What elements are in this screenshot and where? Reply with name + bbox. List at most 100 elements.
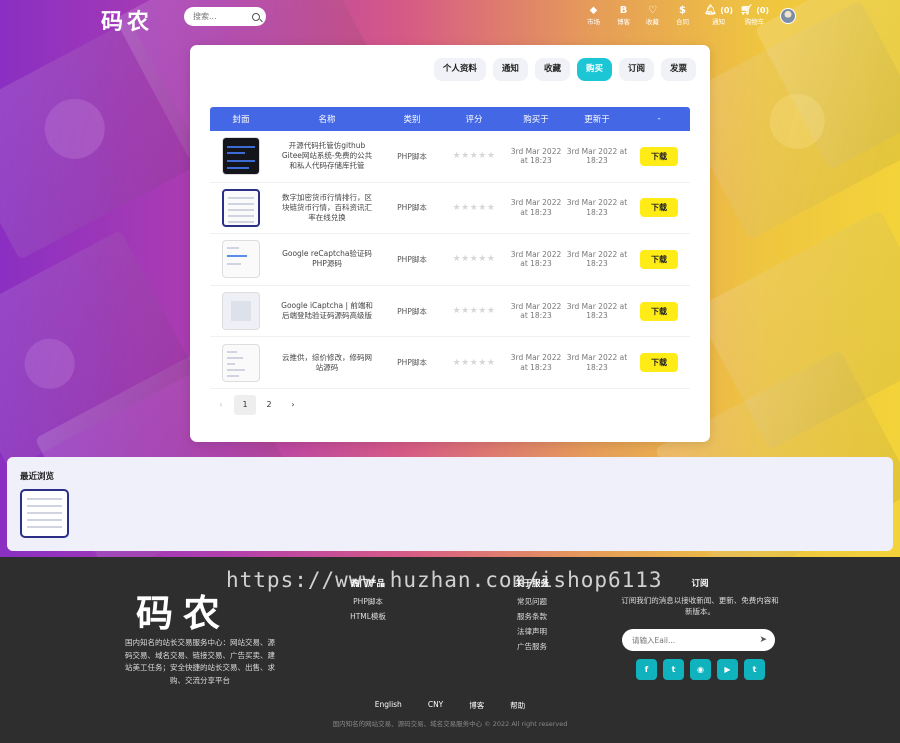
download-button[interactable]: 下载 [640, 353, 678, 373]
product-cover[interactable] [222, 137, 260, 176]
notification-count: (0) [720, 6, 734, 15]
site-logo[interactable]: 码农 [101, 4, 153, 36]
product-cover[interactable] [222, 292, 260, 331]
help-link[interactable]: 帮助 [510, 700, 525, 711]
product-name[interactable]: Google reCaptcha验证码PHP源码 [272, 249, 382, 269]
product-cover[interactable] [222, 343, 260, 382]
copyright: 国内知名的网站交易、源码交易、域名交易服务中心 © 2022 All right… [332, 720, 568, 728]
tag-icon: ⬥ [590, 5, 597, 16]
rating-stars: ★★★★★ [452, 254, 496, 265]
product-category: PHP脚本 [397, 203, 427, 213]
prev-page-button[interactable]: ‹ [210, 395, 232, 415]
footer-link-faq[interactable]: 常见问题 [502, 594, 562, 609]
recently-viewed-title: 最近浏览 [20, 472, 55, 482]
cart-count: (0) [756, 6, 770, 15]
page-2-button[interactable]: 2 [258, 395, 280, 415]
product-category: PHP脚本 [397, 254, 427, 264]
rating-stars: ★★★★★ [452, 306, 496, 317]
tab-favorites[interactable]: 收藏 [534, 58, 570, 81]
user-avatar[interactable] [780, 8, 796, 24]
facebook-icon[interactable]: f [636, 659, 657, 680]
product-name[interactable]: 数字加密货币行情排行，区块链货币行情，百科资讯汇率在线兑换 [272, 193, 382, 223]
purchase-date: 3rd Mar 2022 at 18:23 [510, 249, 562, 269]
download-button[interactable]: 下载 [640, 249, 678, 269]
email-input[interactable] [632, 635, 752, 645]
tab-invoices[interactable]: 发票 [660, 58, 696, 81]
product-name[interactable]: 云推供，综价修改，修码网站源码 [272, 353, 382, 373]
footer-logo[interactable]: 码农 [136, 583, 230, 637]
heart-icon: ♡ [648, 5, 657, 16]
watermark-text: https://www.huzhan.com/ishop6113 [226, 568, 663, 592]
top-header: 码农 ⬥ 市场 B 博客 ♡ 收藏 $ 合同 🔔︎ (0) 通知 🛒︎ (0) … [0, 0, 900, 36]
nav-label: 市场 [587, 18, 600, 26]
footer-link-html[interactable]: HTML模板 [338, 609, 398, 624]
download-button[interactable]: 下载 [640, 198, 678, 218]
search-input[interactable] [193, 12, 251, 21]
nav-item-cart[interactable]: 🛒︎ (0) 购物车 [740, 6, 770, 27]
product-name[interactable]: 开源代码托管仿github Gitee网站系统-免费的公共和私人代码存储库托管 [272, 141, 382, 171]
update-date: 3rd Mar 2022 at 18:23 [566, 146, 628, 166]
purchase-date: 3rd Mar 2022 at 18:23 [510, 301, 562, 321]
next-page-button[interactable]: › [282, 395, 304, 415]
social-links: f t ◉ ▶ t [636, 659, 765, 680]
table-row: 开源代码托管仿github Gitee网站系统-免费的公共和私人代码存储库托管 … [210, 131, 690, 183]
table-row: 数字加密货币行情排行，区块链货币行情，百科资讯汇率在线兑换 PHP脚本 ★★★★… [210, 183, 690, 235]
nav-item-contracts[interactable]: $ 合同 [676, 5, 689, 27]
rating-stars: ★★★★★ [452, 151, 496, 162]
table-row: 云推供，综价修改，修码网站源码 PHP脚本 ★★★★★ 3rd Mar 2022… [210, 337, 690, 389]
product-cover[interactable] [222, 188, 260, 227]
search-box[interactable] [184, 7, 266, 26]
table-row: Google iCaptcha | 前端和后端登陆验证码源码高级版 PHP脚本 … [210, 286, 690, 338]
account-panel: 个人资料 通知 收藏 购买 订阅 发票 封面 名称 类别 评分 购买于 更新于 … [190, 45, 710, 442]
product-category: PHP脚本 [397, 151, 427, 161]
tumblr-icon[interactable]: t [744, 659, 765, 680]
nav-item-notifications[interactable]: 🔔︎ (0) 通知 [704, 6, 734, 27]
table-row: Google reCaptcha验证码PHP源码 PHP脚本 ★★★★★ 3rd… [210, 234, 690, 286]
recently-viewed: 最近浏览 [7, 457, 893, 551]
language-link[interactable]: English [375, 700, 402, 711]
search-icon[interactable] [252, 12, 260, 21]
purchase-date: 3rd Mar 2022 at 18:23 [510, 198, 562, 217]
send-icon[interactable]: ➤ [759, 635, 767, 645]
header-cover: 封面 [232, 115, 250, 125]
nav-label: 博客 [617, 18, 630, 26]
tab-purchases[interactable]: 购买 [576, 58, 612, 81]
header-action: - [657, 114, 661, 124]
rating-stars: ★★★★★ [452, 357, 496, 368]
dollar-icon: $ [679, 5, 686, 16]
nav-item-market[interactable]: ⬥ 市场 [587, 5, 600, 27]
footer-link-php[interactable]: PHP脚本 [338, 594, 398, 609]
header-category: 类别 [403, 115, 421, 125]
purchases-table: 封面 名称 类别 评分 购买于 更新于 - 开源代码托管仿github Gite… [210, 107, 690, 389]
download-button[interactable]: 下载 [640, 301, 678, 321]
download-button[interactable]: 下载 [640, 146, 678, 166]
header-rating: 评分 [465, 115, 483, 125]
recent-item-thumbnail[interactable] [20, 489, 69, 538]
currency-link[interactable]: CNY [428, 700, 443, 711]
footer-description: 国内知名的站长交易服务中心：网站交易、源码交易、域名交易、链接交易、广告买卖、建… [125, 638, 275, 685]
tab-subscriptions[interactable]: 订阅 [618, 58, 654, 81]
product-category: PHP脚本 [397, 306, 427, 316]
rating-stars: ★★★★★ [452, 202, 496, 213]
tab-notifications[interactable]: 通知 [492, 58, 528, 81]
product-cover[interactable] [222, 240, 260, 279]
update-date: 3rd Mar 2022 at 18:23 [566, 301, 628, 321]
tab-profile[interactable]: 个人资料 [433, 58, 486, 81]
product-category: PHP脚本 [397, 358, 427, 368]
footer-link-ads[interactable]: 广告服务 [502, 639, 562, 654]
update-date: 3rd Mar 2022 at 18:23 [566, 249, 628, 269]
footer-link-terms[interactable]: 服务条款 [502, 609, 562, 624]
blog-link[interactable]: 博客 [469, 700, 484, 711]
twitter-icon[interactable]: t [663, 659, 684, 680]
youtube-icon[interactable]: ▶ [717, 659, 738, 680]
footer-bottom-links: English CNY 博客 帮助 [0, 700, 900, 711]
page-1-button[interactable]: 1 [234, 395, 256, 415]
nav-item-blog[interactable]: B 博客 [617, 5, 630, 27]
nav-label: 购物车 [744, 18, 765, 26]
dribbble-icon[interactable]: ◉ [690, 659, 711, 680]
product-name[interactable]: Google iCaptcha | 前端和后端登陆验证码源码高级版 [272, 301, 382, 321]
pagination: ‹ 1 2 › [210, 395, 304, 415]
nav-item-favorites[interactable]: ♡ 收藏 [646, 5, 659, 27]
bitcoin-icon: B [619, 5, 628, 16]
footer-link-legal[interactable]: 法律声明 [502, 624, 562, 639]
